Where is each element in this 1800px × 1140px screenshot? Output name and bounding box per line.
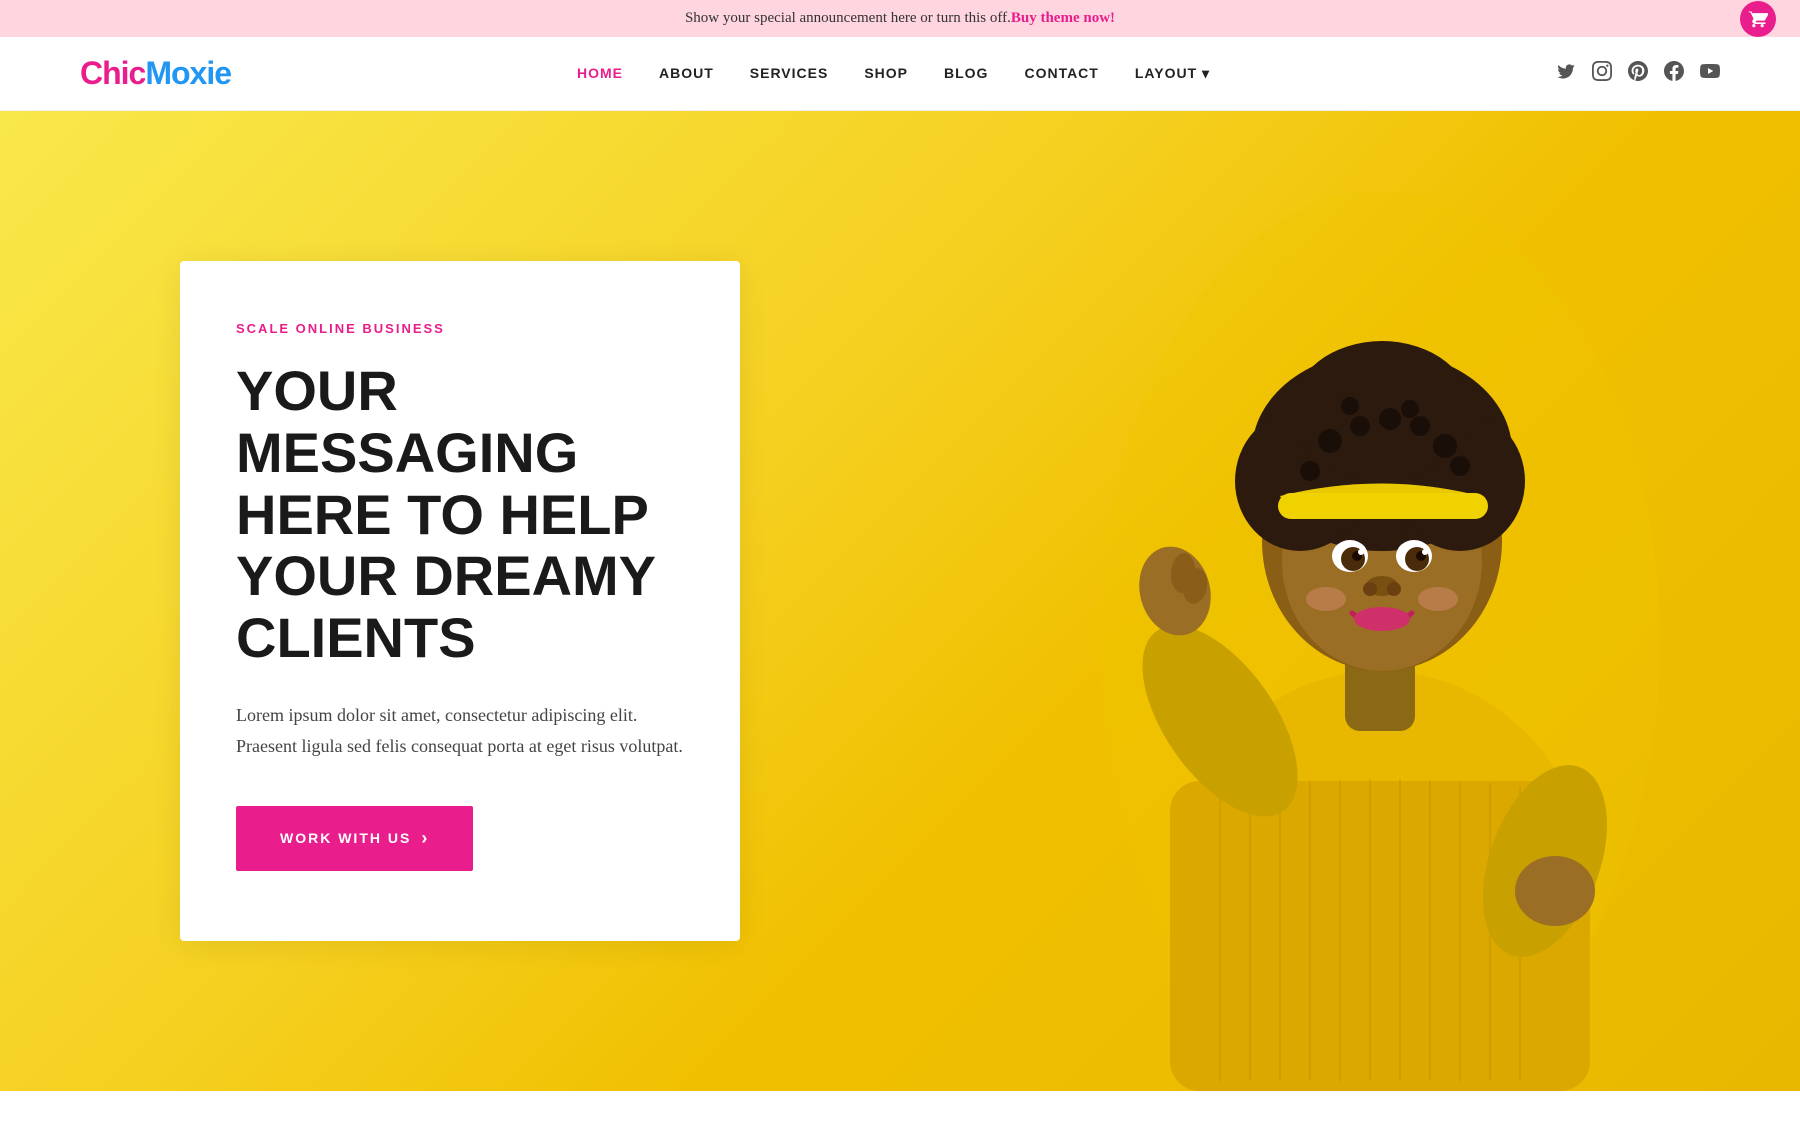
announcement-bar: Show your special announcement here or t… [0,0,1800,37]
hero-section: SCALE ONLINE BUSINESS YOUR MESSAGING HER… [0,111,1800,1091]
nav-item-layout[interactable]: LAYOUT ▾ [1135,65,1210,82]
cart-icon-button[interactable] [1740,1,1776,37]
nav-link-shop[interactable]: SHOP [864,65,908,81]
nav-link-blog[interactable]: BLOG [944,65,988,81]
cta-arrow: › [421,828,429,849]
hero-eyebrow: SCALE ONLINE BUSINESS [236,321,684,336]
social-icons [1556,61,1720,86]
pinterest-icon-link[interactable] [1628,61,1648,86]
logo-chic: Chic [80,55,145,91]
main-nav: ChicMoxie HOME ABOUT SERVICES SHOP BLOG … [0,37,1800,111]
twitter-icon [1556,61,1576,81]
nav-link-about[interactable]: ABOUT [659,65,714,81]
nav-item-shop[interactable]: SHOP [864,65,908,83]
cta-label: WORK WITH US [280,830,411,846]
nav-item-about[interactable]: ABOUT [659,65,714,83]
logo[interactable]: ChicMoxie [80,55,231,92]
hero-card: SCALE ONLINE BUSINESS YOUR MESSAGING HER… [180,261,740,940]
cart-icon [1748,9,1768,29]
logo-moxie: Moxie [145,55,231,91]
hero-body: Lorem ipsum dolor sit amet, consectetur … [236,700,684,761]
nav-links: HOME ABOUT SERVICES SHOP BLOG CONTACT LA… [577,65,1210,83]
instagram-icon [1592,61,1612,81]
person-svg [1000,141,1700,1091]
facebook-icon-link[interactable] [1664,61,1684,86]
announcement-link[interactable]: Buy theme now! [1011,10,1115,27]
nav-item-blog[interactable]: BLOG [944,65,988,83]
nav-link-layout[interactable]: LAYOUT ▾ [1135,65,1210,82]
nav-item-home[interactable]: HOME [577,65,623,83]
nav-link-services[interactable]: SERVICES [750,65,829,81]
facebook-icon [1664,61,1684,81]
cta-button[interactable]: WORK WITH US › [236,806,473,871]
announcement-text: Show your special announcement here or t… [685,10,1011,27]
instagram-icon-link[interactable] [1592,61,1612,86]
twitter-icon-link[interactable] [1556,61,1576,86]
nav-link-home[interactable]: HOME [577,65,623,81]
nav-item-contact[interactable]: CONTACT [1024,65,1098,83]
youtube-icon [1700,61,1720,81]
youtube-icon-link[interactable] [1700,61,1720,86]
hero-headline: YOUR MESSAGING HERE TO HELP YOUR DREAMY … [236,360,684,668]
nav-link-contact[interactable]: CONTACT [1024,65,1098,81]
pinterest-icon [1628,61,1648,81]
hero-person-image [900,111,1800,1091]
nav-item-services[interactable]: SERVICES [750,65,829,83]
